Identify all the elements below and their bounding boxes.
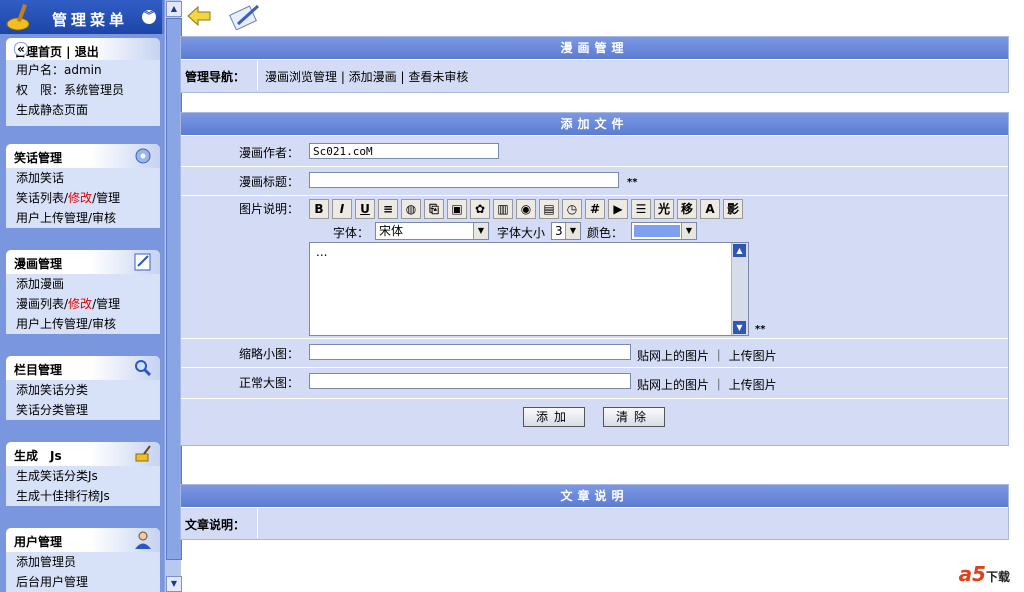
editor-toolbar-button[interactable]: 影 bbox=[723, 199, 743, 219]
title-label: 漫画标题： bbox=[238, 175, 299, 189]
comic-block-title: 漫画管理 bbox=[14, 257, 63, 271]
title-input[interactable] bbox=[309, 172, 619, 188]
chevron-down-icon: ▼ bbox=[565, 223, 580, 239]
author-input[interactable] bbox=[309, 143, 499, 159]
big-input[interactable] bbox=[309, 373, 631, 389]
back-arrow-icon[interactable] bbox=[186, 4, 212, 28]
comic-manage-title: 漫画管理 bbox=[181, 37, 1008, 59]
main-content: 漫画管理 管理导航： 漫画浏览管理 | 添加漫画 | 查看未审核 添加文件 漫画… bbox=[180, 0, 1024, 592]
brush-icon bbox=[135, 445, 151, 462]
generate-js-title: 生成 Js bbox=[14, 449, 62, 463]
top-block: 管理首页 | 退出 « 用户名：admin 权 限：系统管理员 生成静态页面 bbox=[6, 38, 160, 126]
gen-joke-category-js-link[interactable]: 生成笑话分类Js bbox=[6, 466, 160, 486]
gen-top10-js-link[interactable]: 生成十佳排行榜Js bbox=[6, 486, 160, 506]
user-icon bbox=[135, 531, 151, 549]
comic-upload-link[interactable]: 用户上传管理/审核 bbox=[6, 314, 160, 334]
add-button[interactable]: 添加 bbox=[523, 407, 585, 427]
editor-toolbar-button[interactable]: U bbox=[355, 199, 375, 219]
color-label: 颜色： bbox=[587, 226, 624, 240]
editor-toolbar-button[interactable]: # bbox=[585, 199, 605, 219]
editor-toolbar-button[interactable]: 光 bbox=[654, 199, 674, 219]
joke-list-link[interactable]: 笑话列表/修改/管理 bbox=[6, 188, 160, 208]
big-upload-links[interactable]: 贴网上的图片 ｜ 上传图片 bbox=[637, 376, 777, 393]
joke-upload-link[interactable]: 用户上传管理/审核 bbox=[6, 208, 160, 228]
editor-toolbar-button[interactable]: ✿ bbox=[470, 199, 490, 219]
document-pencil-icon[interactable] bbox=[228, 2, 262, 30]
required-mark: ** bbox=[755, 324, 766, 335]
editor-toolbar: B I U ≡ ◍ ⎘ ▣ ✿ ▥ ◉ ▤ ◷ # ▶ ☰ 光移 A 影 bbox=[309, 199, 749, 219]
editor-toolbar-button[interactable]: A bbox=[700, 199, 720, 219]
a5-watermark-logo: a5下载 bbox=[958, 562, 1010, 586]
color-select[interactable]: ▼ bbox=[631, 222, 697, 240]
editor-toolbar-button[interactable]: ▣ bbox=[447, 199, 467, 219]
editor-toolbar-button[interactable]: ◷ bbox=[562, 199, 582, 219]
broom-icon bbox=[6, 3, 30, 31]
article-title: 文章说明 bbox=[181, 485, 1008, 507]
editor-scrollbar[interactable]: ▲ ▼ bbox=[731, 243, 748, 335]
size-label: 字体大小 bbox=[497, 226, 546, 240]
editor-toolbar-button[interactable]: ▶ bbox=[608, 199, 628, 219]
category-block: 栏目管理 添加笑话分类 笑话分类管理 bbox=[6, 356, 160, 420]
add-file-title: 添加文件 bbox=[181, 113, 1008, 135]
author-label: 漫画作者： bbox=[238, 146, 299, 160]
generate-static-link[interactable]: 生成静态页面 bbox=[6, 100, 160, 120]
editor-toolbar-button[interactable]: ◉ bbox=[516, 199, 536, 219]
editor-toolbar-button[interactable]: B bbox=[309, 199, 329, 219]
editor-toolbar-button[interactable]: ☰ bbox=[631, 199, 651, 219]
comic-list-link[interactable]: 漫画列表/修改/管理 bbox=[6, 294, 160, 314]
editor-toolbar-button[interactable]: ▥ bbox=[493, 199, 513, 219]
chevron-down-icon: ▼ bbox=[473, 223, 488, 239]
editor-toolbar-button[interactable]: ▤ bbox=[539, 199, 559, 219]
username-text: 用户名：admin bbox=[16, 63, 102, 77]
editor-area[interactable]: ... ▲ ▼ bbox=[309, 242, 749, 336]
editor-toolbar-button[interactable]: ◍ bbox=[401, 199, 421, 219]
backend-user-manage-link[interactable]: 后台用户管理 bbox=[6, 572, 160, 592]
editor-toolbar-button[interactable]: ⎘ bbox=[424, 199, 444, 219]
desc-label: 图片说明： bbox=[238, 202, 299, 216]
collapse-menu-icon[interactable]: ︾ bbox=[142, 10, 156, 24]
clear-button[interactable]: 清除 bbox=[603, 407, 665, 427]
sidebar: 管理菜单 ︾ 管理首页 | 退出 « 用户名：admin 权 限：系统管理员 生… bbox=[0, 0, 164, 592]
scroll-up-icon[interactable]: ▲ bbox=[733, 244, 746, 257]
comic-manage-panel: 漫画管理 管理导航： 漫画浏览管理 | 添加漫画 | 查看未审核 bbox=[180, 36, 1009, 93]
joke-block-title: 笑话管理 bbox=[14, 151, 63, 165]
add-joke-category-link[interactable]: 添加笑话分类 bbox=[6, 380, 160, 400]
thumb-upload-links[interactable]: 贴网上的图片 ｜ 上传图片 bbox=[637, 347, 777, 364]
add-joke-link[interactable]: 添加笑话 bbox=[6, 168, 160, 188]
user-block: 用户管理 添加管理员 后台用户管理 bbox=[6, 528, 160, 592]
generate-js-block: 生成 Js 生成笑话分类Js 生成十佳排行榜Js bbox=[6, 442, 160, 506]
add-admin-link[interactable]: 添加管理员 bbox=[6, 552, 160, 572]
required-mark: ** bbox=[627, 177, 638, 188]
category-block-title: 栏目管理 bbox=[14, 363, 63, 377]
editor-toolbar-button[interactable]: ≡ bbox=[378, 199, 398, 219]
font-select[interactable]: 宋体 ▼ bbox=[375, 222, 489, 240]
search-icon bbox=[135, 360, 152, 377]
font-label: 字体： bbox=[333, 226, 370, 240]
add-file-panel: 添加文件 漫画作者： 漫画标题： ** 图片说明： BIU≡◍⎘▣✿▥◉▤◷#▶… bbox=[180, 112, 1009, 446]
permission-text: 权 限：系统管理员 bbox=[16, 83, 125, 97]
thumb-input[interactable] bbox=[309, 344, 631, 360]
add-comic-link[interactable]: 添加漫画 bbox=[6, 274, 160, 294]
chevron-down-icon: ▼ bbox=[681, 223, 696, 239]
article-panel: 文章说明 文章说明： bbox=[180, 484, 1009, 540]
nav-links[interactable]: 漫画浏览管理 | 添加漫画 | 查看未审核 bbox=[265, 68, 468, 85]
user-block-title: 用户管理 bbox=[14, 535, 63, 549]
frame-scrollbar[interactable]: ▲ ▼ bbox=[164, 0, 182, 592]
menu-title: 管理菜单 bbox=[52, 11, 129, 29]
joke-block: 笑话管理 添加笑话 笑话列表/修改/管理 用户上传管理/审核 bbox=[6, 144, 160, 228]
scroll-down-icon[interactable]: ▼ bbox=[733, 321, 746, 334]
gear-icon bbox=[135, 148, 151, 164]
comic-block: 漫画管理 添加漫画 漫画列表/修改/管理 用户上传管理/审核 bbox=[6, 250, 160, 334]
big-label: 正常大图： bbox=[238, 376, 299, 390]
editor-toolbar-button[interactable]: I bbox=[332, 199, 352, 219]
editor-toolbar-button[interactable]: 移 bbox=[677, 199, 697, 219]
size-select[interactable]: 3 ▼ bbox=[551, 222, 581, 240]
article-label: 文章说明： bbox=[185, 518, 246, 532]
nav-label: 管理导航： bbox=[185, 70, 246, 84]
collapse-icon[interactable]: « bbox=[14, 42, 28, 56]
edit-icon bbox=[134, 253, 151, 271]
joke-category-manage-link[interactable]: 笑话分类管理 bbox=[6, 400, 160, 420]
menu-header: 管理菜单 ︾ bbox=[0, 0, 164, 34]
thumb-label: 缩略小图： bbox=[238, 347, 299, 361]
